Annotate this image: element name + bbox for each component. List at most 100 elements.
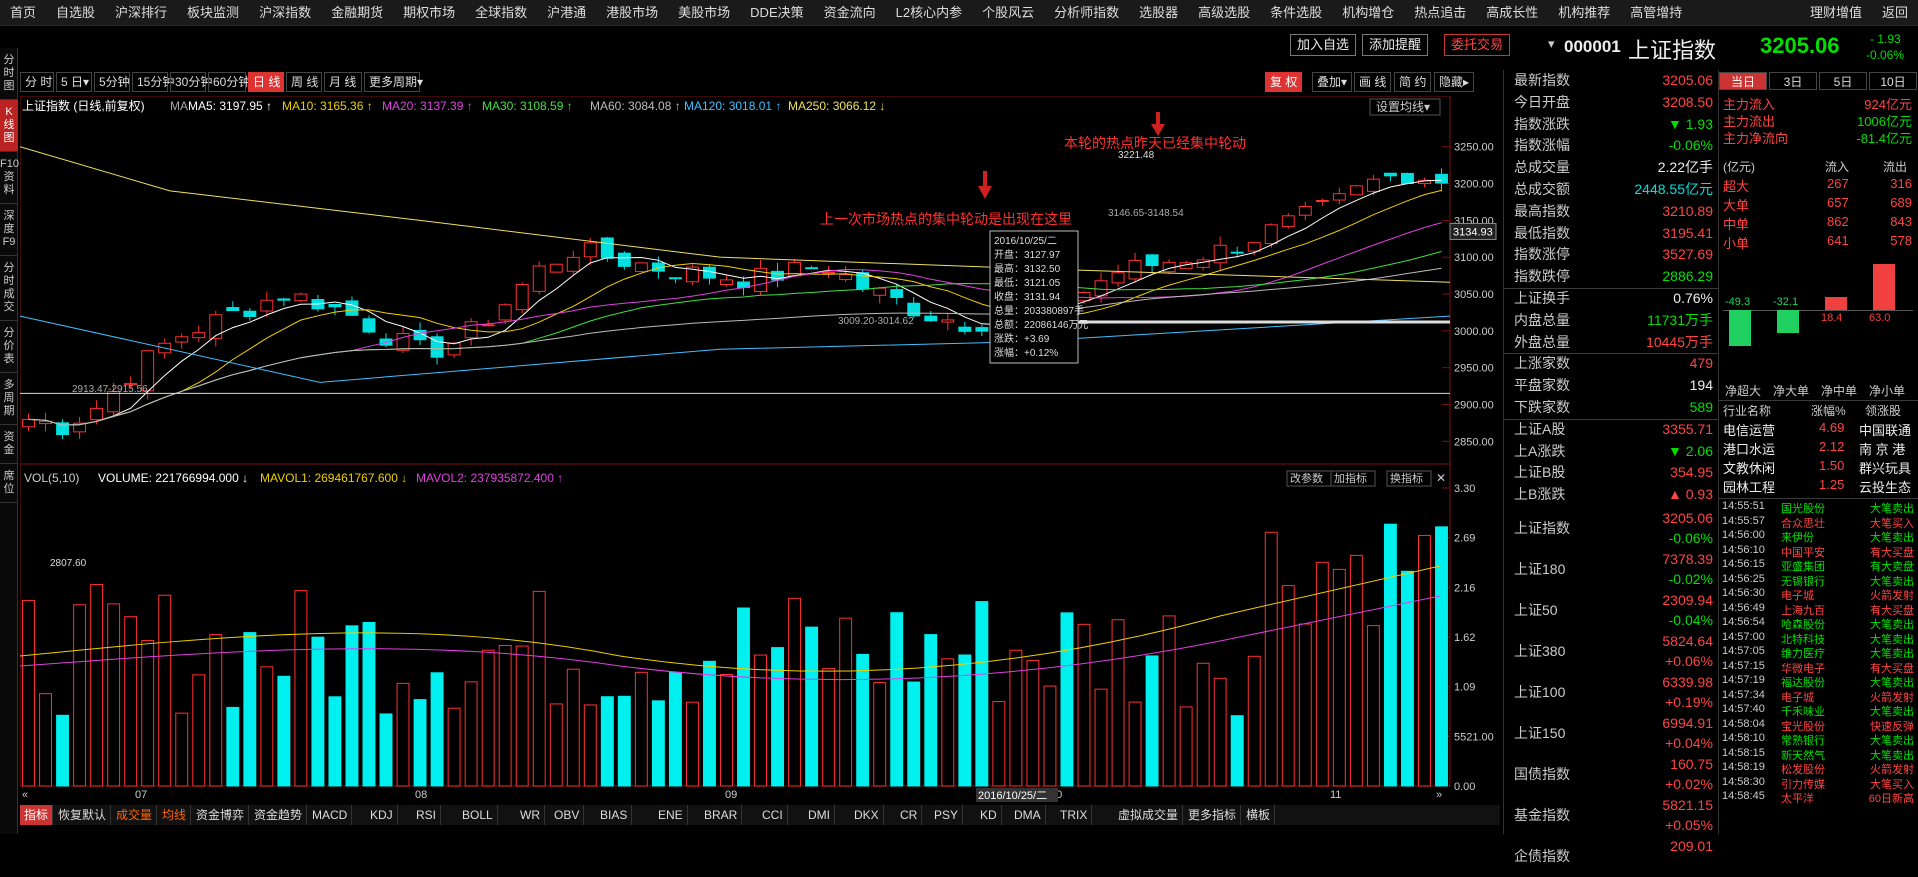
industry-leader[interactable]: 中国联通: [1859, 420, 1911, 439]
menu-item-1[interactable]: 自选股: [46, 0, 105, 26]
scroll-left-icon[interactable]: «: [22, 789, 28, 801]
sidebar-item-4[interactable]: 分时成交: [0, 256, 18, 321]
index-row[interactable]: 上证100 6339.98 +0.19%: [1504, 672, 1719, 713]
flow-tab-1[interactable]: 3日: [1769, 72, 1817, 90]
menu-item-20[interactable]: 热点追击: [1404, 0, 1476, 26]
menu-item-18[interactable]: 条件选股: [1260, 0, 1332, 26]
period-tab-8[interactable]: 月 线: [324, 72, 362, 92]
index-row[interactable]: 上证150 6994.91 +0.04%: [1504, 713, 1719, 754]
menu-item-2[interactable]: 沪深排行: [105, 0, 177, 26]
indicator-tab-12[interactable]: BIAS: [596, 805, 633, 825]
menu-item-23[interactable]: 高管增持: [1620, 0, 1692, 26]
menu-item-21[interactable]: 高成长性: [1476, 0, 1548, 26]
sidebar-item-8[interactable]: 席位: [0, 464, 18, 503]
indicator-tab-7[interactable]: KDJ: [366, 805, 398, 825]
indicator-tab-8[interactable]: RSI: [412, 805, 442, 825]
period-tab-9[interactable]: 更多周期▾: [364, 72, 423, 92]
menu-item-15[interactable]: 分析师指数: [1044, 0, 1129, 26]
sidebar-item-6[interactable]: 多周期: [0, 373, 18, 425]
period-tab-1[interactable]: 5 日▾: [56, 72, 92, 92]
menu-item-22[interactable]: 机构推荐: [1548, 0, 1620, 26]
sidebar-item-3[interactable]: 深度F9: [0, 204, 18, 256]
flow-tab-2[interactable]: 5日: [1819, 72, 1867, 90]
index-row[interactable]: 上证50 2309.94 -0.04%: [1504, 590, 1719, 631]
menu-item-11[interactable]: DDE决策: [740, 0, 813, 26]
indicator-tab-6[interactable]: MACD: [308, 805, 353, 825]
indicator-tab-0[interactable]: 指标: [20, 805, 54, 825]
add-alert-button[interactable]: 添加提醒: [1362, 34, 1429, 56]
menu-item-17[interactable]: 高级选股: [1188, 0, 1260, 26]
menu-item-25[interactable]: 返回: [1872, 0, 1918, 26]
index-row[interactable]: 上证380 5824.64 +0.06%: [1504, 631, 1719, 672]
industry-leader[interactable]: 南 京 港: [1859, 439, 1905, 458]
menu-item-3[interactable]: 板块监测: [177, 0, 249, 26]
scroll-right-icon[interactable]: »: [1436, 789, 1442, 801]
indicator-tab-2[interactable]: 成交量: [112, 805, 158, 825]
period-tab-0[interactable]: 分 时: [20, 72, 54, 92]
indicator-tab-25[interactable]: 横板: [1242, 805, 1276, 825]
industry-leader[interactable]: 群兴玩具: [1859, 458, 1911, 477]
trade-button[interactable]: 委托交易: [1444, 34, 1511, 56]
index-row[interactable]: 基金指数 5821.15 +0.05%: [1504, 795, 1719, 836]
menu-item-5[interactable]: 金融期货: [321, 0, 393, 26]
indicator-tab-24[interactable]: 更多指标: [1184, 805, 1242, 825]
menu-item-8[interactable]: 沪港通: [537, 0, 596, 26]
industry-name[interactable]: 园林工程: [1723, 477, 1775, 496]
sidebar-item-5[interactable]: 分价表: [0, 321, 18, 373]
add-watchlist-button[interactable]: 加入自选: [1290, 34, 1357, 56]
sidebar-item-7[interactable]: 资金: [0, 425, 18, 464]
chart-tool-4[interactable]: 隐藏▸: [1434, 72, 1475, 92]
industry-name[interactable]: 电信运营: [1723, 420, 1775, 439]
index-row[interactable]: 上证180 7378.39 -0.02%: [1504, 549, 1719, 590]
index-row[interactable]: 上证指数 3205.06 -0.06%: [1504, 508, 1719, 549]
menu-item-24[interactable]: 理财增值: [1800, 0, 1872, 26]
indicator-tab-17[interactable]: DKX: [850, 805, 884, 825]
industry-name[interactable]: 港口水运: [1723, 439, 1775, 458]
sidebar-item-0[interactable]: 分时图: [0, 48, 18, 100]
menu-item-14[interactable]: 个股风云: [972, 0, 1044, 26]
period-tab-4[interactable]: 30分钟: [170, 72, 212, 92]
indicator-tab-23[interactable]: 虚拟成交量: [1114, 805, 1184, 825]
period-tab-3[interactable]: 15分钟: [132, 72, 174, 92]
indicator-tab-20[interactable]: KD: [976, 805, 1002, 825]
indicator-tab-11[interactable]: OBV: [550, 805, 585, 825]
chart-tool-0[interactable]: 复 权: [1265, 72, 1303, 92]
indicator-tab-1[interactable]: 恢复默认: [54, 805, 112, 825]
close-icon[interactable]: ✕: [1436, 471, 1446, 485]
index-row[interactable]: 企债指数 209.01: [1504, 836, 1719, 877]
menu-item-16[interactable]: 选股器: [1129, 0, 1188, 26]
period-tab-6[interactable]: 日 线: [248, 72, 284, 92]
indicator-tab-5[interactable]: 资金趋势: [250, 805, 308, 825]
menu-item-10[interactable]: 美股市场: [668, 0, 740, 26]
indicator-tab-16[interactable]: DMI: [804, 805, 835, 825]
indicator-tab-4[interactable]: 资金博弈: [192, 805, 250, 825]
menu-item-4[interactable]: 沪深指数: [249, 0, 321, 26]
sidebar-item-1[interactable]: K线图: [0, 100, 18, 152]
menu-item-13[interactable]: L2核心内参: [886, 0, 972, 26]
industry-name[interactable]: 文教休闲: [1723, 458, 1775, 477]
flow-tab-3[interactable]: 10日: [1869, 72, 1917, 90]
indicator-tab-3[interactable]: 均线: [158, 805, 192, 825]
indicator-tab-22[interactable]: TRIX: [1056, 805, 1093, 825]
indicator-tab-18[interactable]: CR: [896, 805, 923, 825]
menu-item-12[interactable]: 资金流向: [814, 0, 886, 26]
chart-tool-2[interactable]: 画 线: [1354, 72, 1392, 92]
index-row[interactable]: 国债指数 160.75 +0.02%: [1504, 754, 1719, 795]
menu-item-6[interactable]: 期权市场: [393, 0, 465, 26]
menu-item-7[interactable]: 全球指数: [465, 0, 537, 26]
indicator-tab-21[interactable]: DMA: [1010, 805, 1046, 825]
kline-chart[interactable]: 上证指数 (日线,前复权) MA MA5: 3197.95 ↑ MA10: 3165.…: [20, 96, 1500, 806]
chart-tool-1[interactable]: 叠加▾: [1312, 72, 1353, 92]
menu-item-0[interactable]: 首页: [0, 0, 46, 26]
indicator-tab-10[interactable]: WR: [516, 805, 545, 825]
indicator-tab-14[interactable]: BRAR: [700, 805, 743, 825]
industry-leader[interactable]: 云投生态: [1859, 477, 1911, 496]
trade-stock[interactable]: 太平洋: [1781, 790, 1814, 806]
period-tab-7[interactable]: 周 线: [286, 72, 322, 92]
sidebar-item-2[interactable]: F10资料: [0, 152, 19, 204]
chevron-down-icon[interactable]: ▾: [1548, 36, 1560, 51]
period-tab-5[interactable]: 60分钟: [208, 72, 250, 92]
indicator-tab-19[interactable]: PSY: [930, 805, 964, 825]
menu-item-9[interactable]: 港股市场: [596, 0, 668, 26]
flow-tab-0[interactable]: 当日: [1719, 72, 1767, 90]
